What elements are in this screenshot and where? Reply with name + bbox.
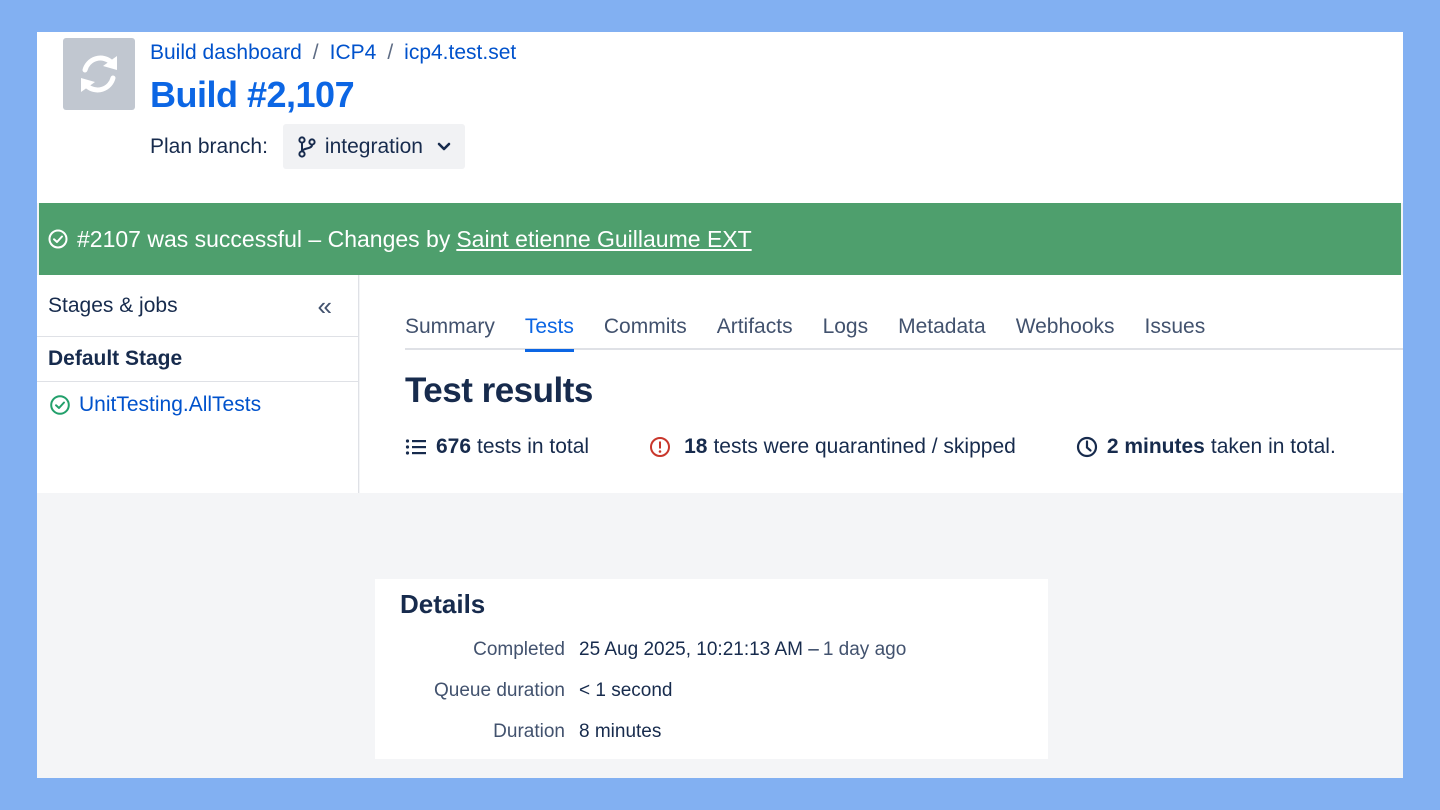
tab-issues[interactable]: Issues xyxy=(1145,312,1206,350)
warning-icon xyxy=(649,436,671,458)
job-unittesting-alltests[interactable]: UnitTesting.AllTests xyxy=(37,382,358,428)
breadcrumb-separator: / xyxy=(387,41,394,64)
build-tabs: Summary Tests Commits Artifacts Logs Met… xyxy=(405,312,1403,352)
breadcrumb: Build dashboard / ICP4 / icp4.test.set xyxy=(150,41,516,65)
plan-branch-row: Plan branch: integration xyxy=(150,124,465,169)
details-title: Details xyxy=(400,589,486,619)
build-status-banner: #2107 was successful – Changes by Saint … xyxy=(39,203,1401,275)
refresh-icon xyxy=(81,55,117,93)
plan-branch-label: Plan branch: xyxy=(150,134,268,158)
tab-commits[interactable]: Commits xyxy=(604,312,687,350)
breadcrumb-build-dashboard[interactable]: Build dashboard xyxy=(150,41,302,65)
tab-logs[interactable]: Logs xyxy=(823,312,869,350)
build-main-panel: Summary Tests Commits Artifacts Logs Met… xyxy=(360,275,1403,493)
build-header: Build dashboard / ICP4 / icp4.test.set B… xyxy=(37,32,1403,203)
total-tests-text: tests in total xyxy=(477,435,590,458)
total-tests-stat: 676 tests in total xyxy=(405,435,589,459)
total-tests-count: 676 xyxy=(436,435,472,458)
job-label: UnitTesting.AllTests xyxy=(79,393,262,416)
breadcrumb-separator: / xyxy=(312,41,319,64)
completed-label: Completed xyxy=(473,639,565,660)
test-stats: 676 tests in total 18 tests were quarant… xyxy=(405,435,1336,459)
duration-label: Duration xyxy=(493,721,565,742)
duration-text: taken in total. xyxy=(1210,435,1336,458)
breadcrumb-project[interactable]: ICP4 xyxy=(330,41,377,65)
breadcrumb-plan[interactable]: icp4.test.set xyxy=(404,41,516,65)
duration-value: 2 minutes xyxy=(1106,435,1205,458)
test-results-title: Test results xyxy=(405,371,593,410)
sidebar-title: Stages & jobs xyxy=(48,293,178,317)
stage-default: Default Stage xyxy=(37,337,358,382)
quarantined-tests-stat: 18 tests were quarantined / skipped xyxy=(649,435,1016,459)
details-queue-row: Queue duration < 1 second xyxy=(375,680,673,702)
stages-sidebar: Stages & jobs « Default Stage UnitTestin… xyxy=(37,275,359,493)
clock-icon xyxy=(1076,436,1098,458)
queue-duration-value: < 1 second xyxy=(579,680,673,701)
quarantined-tests-count: 18 xyxy=(684,435,708,458)
tab-tests[interactable]: Tests xyxy=(524,312,574,352)
queue-duration-label: Queue duration xyxy=(434,680,565,701)
build-window: Build dashboard / ICP4 / icp4.test.set B… xyxy=(37,32,1403,778)
list-icon xyxy=(405,438,427,456)
page-title: Build #2,107 xyxy=(150,74,355,115)
chevron-down-icon xyxy=(437,142,451,150)
tab-metadata[interactable]: Metadata xyxy=(898,312,986,350)
completed-value: 25 Aug 2025, 10:21:13 AM – xyxy=(579,639,819,660)
tab-summary[interactable]: Summary xyxy=(405,312,495,350)
tab-webhooks[interactable]: Webhooks xyxy=(1016,312,1115,350)
build-duration-value: 8 minutes xyxy=(579,721,662,742)
plan-branch-value: integration xyxy=(324,134,423,158)
success-check-icon xyxy=(47,228,69,250)
plan-branch-dropdown[interactable]: integration xyxy=(282,124,465,169)
tab-artifacts[interactable]: Artifacts xyxy=(717,312,793,350)
collapse-sidebar-icon[interactable]: « xyxy=(318,293,332,319)
sidebar-header: Stages & jobs « xyxy=(37,275,358,337)
duration-stat: 2 minutes taken in total. xyxy=(1076,435,1336,459)
details-panel: Details Completed 25 Aug 2025, 10:21:13 … xyxy=(375,579,1048,759)
quarantined-tests-text: tests were quarantined / skipped xyxy=(713,435,1016,458)
status-message: #2107 was successful – Changes by xyxy=(77,225,451,252)
branch-icon xyxy=(298,135,316,158)
job-success-icon xyxy=(49,394,71,416)
details-completed-row: Completed 25 Aug 2025, 10:21:13 AM – 1 d… xyxy=(375,639,906,661)
changes-author-link[interactable]: Saint etienne Guillaume EXT xyxy=(456,226,751,253)
completed-relative: 1 day ago xyxy=(822,639,907,660)
details-duration-row: Duration 8 minutes xyxy=(375,721,661,743)
plan-avatar xyxy=(63,38,135,110)
